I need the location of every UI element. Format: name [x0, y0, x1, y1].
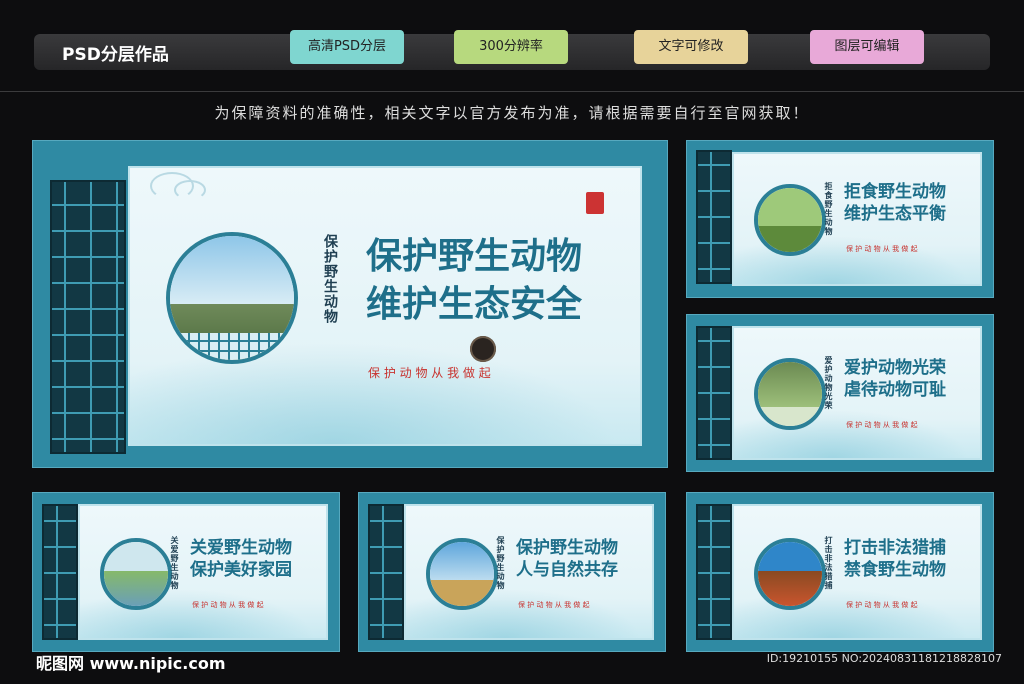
board-3: 关爱野生动物 关爱野生动物 保护美好家园 保 护 动 物 从 我 做 起: [32, 492, 340, 652]
nipic-watermark: 昵图网 www.nipic.com: [36, 654, 226, 673]
board-5: 打击非法猎捕 打击非法猎捕 禁食野生动物 保 护 动 物 从 我 做 起: [686, 492, 994, 652]
bird-photo-circle: [754, 358, 826, 430]
headline-line2: 禁食野生动物: [844, 560, 946, 580]
headline-line2: 维护生态平衡: [844, 204, 946, 224]
slogan: 保 护 动 物 从 我 做 起: [846, 421, 918, 429]
headline-line1: 关爱野生动物: [190, 538, 292, 558]
headline-line2: 人与自然共存: [516, 560, 618, 580]
main-board: 保护野生动物 保护野生动物 维护生态安全 保 护 动 物 从 我 做 起: [32, 140, 668, 468]
slogan: 保 护 动 物 从 我 做 起: [518, 601, 590, 609]
headline-line2: 维护生态安全: [366, 283, 583, 325]
slogan: 保 护 动 物 从 我 做 起: [846, 245, 918, 253]
slogan: 保 护 动 物 从 我 做 起: [192, 601, 264, 609]
headline-line1: 拒食野生动物: [844, 182, 946, 202]
lattice-window: [42, 504, 78, 640]
pavilion-photo-circle: [754, 538, 826, 610]
main-board-canvas: 保护野生动物 保护野生动物 维护生态安全 保 护 动 物 从 我 做 起: [128, 166, 642, 446]
vertical-title: 保护野生动物: [322, 234, 338, 324]
vertical-title: 拒食野生动物: [824, 182, 834, 236]
vertical-title: 打击非法猎捕: [824, 536, 834, 590]
lattice-window: [50, 180, 126, 454]
image-id: ID:19210155 NO:20240831181218828107: [766, 652, 1002, 665]
headline-line1: 爱护动物光荣: [844, 358, 946, 378]
slogan: 保 护 动 物 从 我 做 起: [368, 366, 491, 380]
tag-300dpi: 300分辨率: [454, 30, 568, 64]
board-4: 保护野生动物 保护野生动物 人与自然共存 保 护 动 物 从 我 做 起: [358, 492, 666, 652]
vertical-title: 保护野生动物: [496, 536, 506, 590]
elephant-photo-circle: [426, 538, 498, 610]
vertical-title: 关爱野生动物: [170, 536, 180, 590]
divider: [0, 91, 1024, 92]
slogan: 保 护 动 物 从 我 做 起: [846, 601, 918, 609]
brand-title: PSD分层作品: [62, 45, 169, 65]
board-2-canvas: 爱护动物光荣 爱护动物光荣 虐待动物可耻 保 护 动 物 从 我 做 起: [732, 326, 982, 460]
lattice-window: [696, 504, 732, 640]
lattice-window: [696, 326, 732, 460]
headline-line2: 虐待动物可耻: [844, 380, 946, 400]
top-bar: PSD分层作品 高清PSD分层 300分辨率 文字可修改 图层可编辑: [34, 30, 990, 70]
hedgehog-photo-circle: [754, 184, 826, 256]
tag-hd-psd: 高清PSD分层: [290, 30, 404, 64]
headline-line2: 保护美好家园: [190, 560, 292, 580]
red-seal-icon: [586, 192, 604, 214]
headline-line1: 打击非法猎捕: [844, 538, 946, 558]
board-5-canvas: 打击非法猎捕 打击非法猎捕 禁食野生动物 保 护 动 物 从 我 做 起: [732, 504, 982, 640]
board-4-canvas: 保护野生动物 保护野生动物 人与自然共存 保 护 动 物 从 我 做 起: [404, 504, 654, 640]
board-3-canvas: 关爱野生动物 关爱野生动物 保护美好家园 保 护 动 物 从 我 做 起: [78, 504, 328, 640]
crane-photo-circle: [100, 538, 172, 610]
board-2: 爱护动物光荣 爱护动物光荣 虐待动物可耻 保 护 动 物 从 我 做 起: [686, 314, 994, 472]
animal-photo-circle: [166, 232, 298, 364]
headline-line1: 保护野生动物: [516, 538, 618, 558]
headline-line1: 保护野生动物: [366, 235, 583, 277]
tag-text-editable: 文字可修改: [634, 30, 748, 64]
board-1: 拒食野生动物 拒食野生动物 维护生态平衡 保 护 动 物 从 我 做 起: [686, 140, 994, 298]
emblem-icon: [470, 336, 496, 362]
lattice-window: [368, 504, 404, 640]
cloud-icon: [174, 180, 206, 200]
vertical-title: 爱护动物光荣: [824, 356, 834, 410]
tag-layer-editable: 图层可编辑: [810, 30, 924, 64]
lattice-window: [696, 150, 732, 284]
notice-text: 为保障资料的准确性，相关文字以官方发布为准，请根据需要自行至官网获取！: [214, 104, 810, 122]
board-1-canvas: 拒食野生动物 拒食野生动物 维护生态平衡 保 护 动 物 从 我 做 起: [732, 152, 982, 286]
